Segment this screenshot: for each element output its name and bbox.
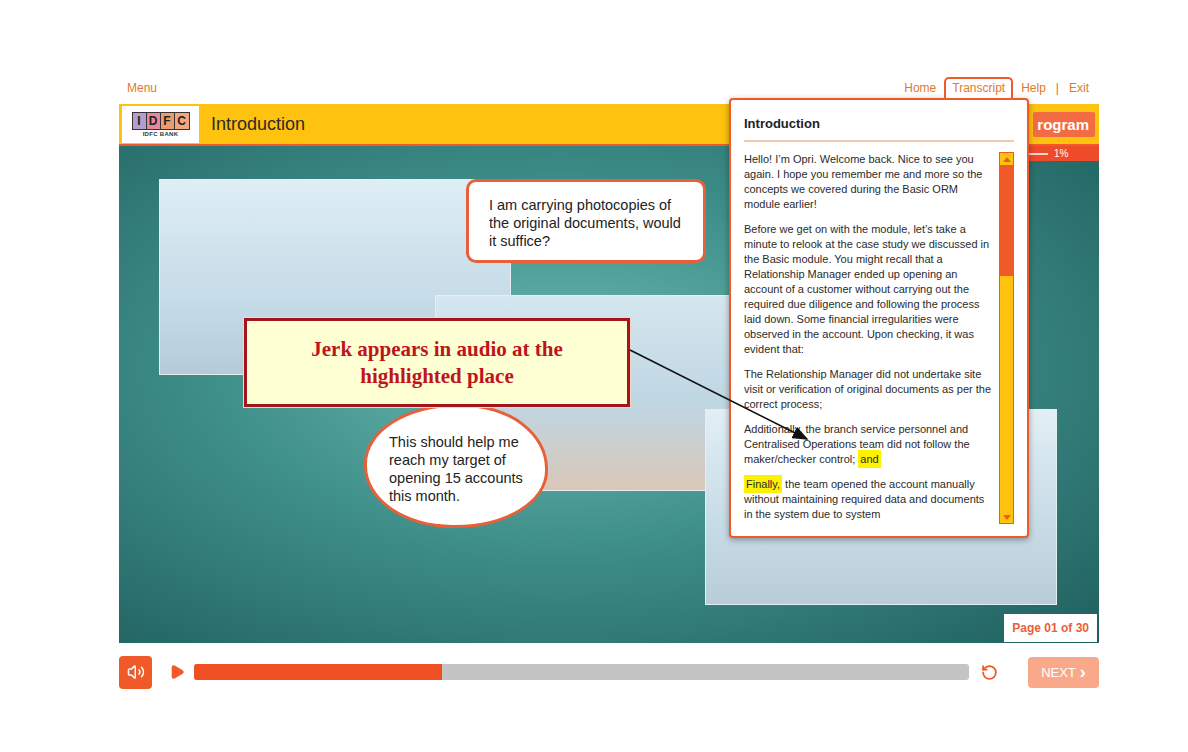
transcript-body: Hello! I’m Opri. Welcome back. Nice to s… [744, 152, 1014, 524]
scroll-up-icon[interactable] [1000, 153, 1013, 165]
transcript-panel: Introduction Hello! I’m Opri. Welcome bac… [729, 98, 1029, 538]
transcript-paragraph: The Relationship Manager did not underta… [744, 367, 991, 412]
transcript-paragraph: Hello! I’m Opri. Welcome back. Nice to s… [744, 152, 991, 212]
logo-letter: I [133, 113, 147, 129]
logo-letters: IDFC [132, 112, 190, 130]
audio-track[interactable] [194, 664, 969, 680]
top-link[interactable]: Exit [1061, 81, 1097, 98]
highlighted-text: Finally, [744, 475, 782, 493]
scrollbar[interactable] [999, 152, 1014, 524]
page: MenuHomeTranscriptHelp|ExitIDFCIDFC BANK… [0, 0, 1188, 752]
transcript-title: Introduction [744, 112, 1014, 142]
top-link[interactable]: Home [896, 81, 944, 98]
text-segment: Hello! I’m Opri. Welcome back. Nice to s… [744, 153, 982, 210]
next-label: NEXT [1041, 665, 1076, 680]
text-segment: Additionally, the branch service personn… [744, 423, 970, 465]
logo-caption: IDFC BANK [143, 131, 179, 137]
transcript-paragraph: Finally, the team opened the account man… [744, 477, 991, 522]
audio-fill [194, 664, 442, 680]
play-button[interactable] [168, 662, 186, 682]
thought-bubble: This should help me reach my target of o… [364, 404, 548, 528]
text-segment: The Relationship Manager did not underta… [744, 368, 991, 410]
next-arrow: › [1080, 665, 1086, 679]
logo-letter: D [147, 113, 161, 129]
logo: IDFCIDFC BANK [122, 106, 199, 143]
replay-button[interactable] [979, 662, 999, 682]
scroll-track[interactable] [1000, 165, 1013, 511]
course-player: MenuHomeTranscriptHelp|ExitIDFCIDFC BANK… [119, 79, 1099, 690]
logo-letter: F [161, 113, 175, 129]
transcript-text: Hello! I’m Opri. Welcome back. Nice to s… [744, 152, 991, 524]
replay-icon [981, 664, 998, 681]
page-indicator: Page 01 of 30 [1004, 614, 1097, 642]
player-bar: NEXT › [119, 654, 1099, 690]
top-links: Menu HomeTranscriptHelp|Exit [119, 79, 1099, 98]
progress-reading: 1% [1054, 148, 1068, 159]
top-link[interactable]: Help [1013, 81, 1054, 98]
speech-bubble: I am carrying photocopies of the origina… [466, 179, 706, 263]
scroll-thumb[interactable] [1000, 165, 1013, 276]
course-progress: 1% [1019, 146, 1099, 161]
transcript-paragraph: Before we get on with the module, let’s … [744, 222, 991, 357]
right-links: HomeTranscriptHelp|Exit [896, 77, 1099, 98]
volume-button[interactable] [119, 656, 152, 689]
next-button[interactable]: NEXT › [1028, 657, 1099, 688]
transcript-paragraph: Additionally, the branch service personn… [744, 422, 991, 467]
annotation-note: Jerk appears in audio at the highlighted… [244, 318, 630, 407]
speaker-icon [127, 663, 145, 681]
highlighted-text: and [858, 450, 880, 468]
menu-link[interactable]: Menu [119, 81, 165, 98]
text-segment: Before we get on with the module, let’s … [744, 223, 989, 355]
program-label: rogram [1033, 112, 1095, 137]
scroll-down-icon[interactable] [1000, 511, 1013, 523]
transcript-tab[interactable]: Transcript [944, 77, 1013, 98]
play-icon [169, 664, 185, 680]
logo-letter: C [175, 113, 189, 129]
link-separator: | [1054, 81, 1061, 98]
